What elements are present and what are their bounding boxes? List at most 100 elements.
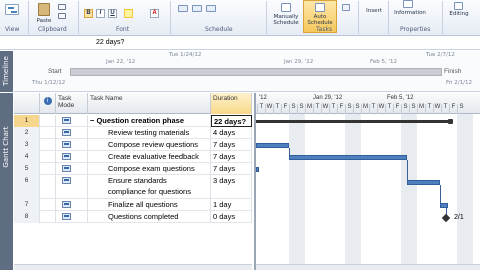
row-number-cell[interactable]: 4 [14,151,40,163]
indicator-cell[interactable] [40,139,56,151]
find-icon[interactable] [454,2,463,10]
insert-button[interactable]: Insert [362,8,386,14]
weekend-shading [401,114,417,270]
information-icon[interactable] [403,0,413,8]
task-bar-3[interactable] [256,143,289,148]
duration-cell[interactable]: 0 days [211,211,252,223]
paste-button[interactable]: Paste [33,18,55,24]
inspect-icon[interactable] [342,4,350,11]
italic-icon[interactable]: I [96,9,105,18]
entry-bar-value[interactable]: 22 days? [96,39,124,46]
duration-column-header[interactable]: Duration [211,93,252,114]
timescale-day: S [353,104,361,114]
editing-button[interactable]: Editing [444,11,474,17]
indicator-cell[interactable] [40,127,56,139]
duration-cell[interactable]: 1 day [211,199,252,211]
highlight-color-icon[interactable] [124,9,133,18]
task-name-cell[interactable]: Review testing materials [88,127,211,139]
task-name-cell[interactable]: Finalize all questions [88,199,211,211]
indicator-cell[interactable] [40,115,56,127]
link-tasks-icon[interactable] [206,5,216,12]
row-number-cell[interactable]: 7 [14,199,40,211]
table-row[interactable]: 2 Review testing materials 4 days [14,127,252,139]
task-bar-6[interactable] [407,180,440,185]
timeline-pane[interactable]: Tue 1/24/12 Jan 22, '12 Jan 29, '12 Feb … [14,51,480,92]
chart-horizontal-scrollbar[interactable] [256,264,480,270]
row-number-cell[interactable]: 1 [14,115,40,127]
indent-task-icon[interactable] [192,5,202,12]
indicator-cell[interactable] [40,175,56,199]
task-name-cell[interactable]: − Question creation phase [88,115,211,127]
table-row[interactable]: 3 Compose review questions 7 days [14,139,252,151]
indicators-column-header[interactable]: i [40,93,56,114]
row-number-cell[interactable]: 3 [14,139,40,151]
table-row[interactable]: 4 Create evaluative feedback 7 days [14,151,252,163]
task-name-column-header[interactable]: Task Name [88,93,211,114]
outdent-task-icon[interactable] [178,5,188,12]
summary-bar[interactable] [256,120,452,123]
task-name-cell[interactable]: Compose review questions [88,139,211,151]
task-mode-cell[interactable] [56,199,88,211]
table-row[interactable]: 8 Questions completed 0 days [14,211,252,223]
task-mode-cell[interactable] [56,139,88,151]
manually-schedule-button[interactable]: Manually Schedule [270,14,302,26]
duration-cell[interactable]: 3 days [211,175,252,199]
row-number-cell[interactable]: 5 [14,163,40,175]
information-button[interactable]: Information [390,10,430,16]
select-all-corner[interactable] [14,93,40,114]
row-number-cell[interactable]: 2 [14,127,40,139]
task-mode-column-header[interactable]: Task Mode [56,93,88,114]
timescale-day: M [305,104,313,114]
duration-cell[interactable]: 7 days [211,163,252,175]
task-mode-cell[interactable] [56,211,88,223]
table-row[interactable]: 5 Compose exam questions 7 days [14,163,252,175]
task-mode-cell[interactable] [56,151,88,163]
table-row[interactable]: 7 Finalize all questions 1 day [14,199,252,211]
auto-scheduled-icon [62,201,71,208]
ribbon: View Paste Clipboard B I U A Font Schedu… [0,0,480,36]
table-row[interactable]: 1 − Question creation phase 22 days? [14,115,252,127]
task-bar-4[interactable] [289,155,407,160]
task-name-cell[interactable]: Compose exam questions [88,163,211,175]
indicator-cell[interactable] [40,163,56,175]
row-number-cell[interactable]: 6 [14,175,40,199]
duration-cell[interactable]: 7 days [211,139,252,151]
task-name-cell[interactable]: Questions completed [88,211,211,223]
timescale-day: S [409,104,417,114]
paste-icon[interactable] [38,3,50,16]
cut-icon[interactable] [58,4,66,10]
task-table[interactable]: i Task Mode Task Name Duration 1 − Questi… [14,93,252,270]
bold-icon[interactable]: B [84,9,93,18]
duration-cell[interactable]: 7 days [211,151,252,163]
manually-schedule-icon[interactable] [281,3,291,12]
auto-schedule-icon [315,3,325,12]
milestone-diamond[interactable] [441,213,451,223]
task-mode-cell[interactable] [56,163,88,175]
task-name-cell[interactable]: Create evaluative feedback [88,151,211,163]
timescale-day: T [273,104,281,114]
timescale-day: T [425,104,433,114]
font-color-icon[interactable]: A [150,9,159,18]
table-header: i Task Mode Task Name Duration [14,93,252,114]
duration-cell[interactable]: 4 days [211,127,252,139]
task-mode-cell[interactable] [56,115,88,127]
underline-icon[interactable]: U [108,9,117,18]
duration-cell[interactable]: 22 days? [211,115,252,127]
task-mode-cell[interactable] [56,175,88,199]
indicator-cell[interactable] [40,199,56,211]
table-horizontal-scrollbar[interactable] [14,264,252,270]
indicator-cell[interactable] [40,151,56,163]
timeline-date-tue-2-7: Tue 2/7/12 [426,52,455,58]
task-bar-5[interactable] [256,167,259,172]
table-row[interactable]: 6 Ensure standards compliance for question… [14,175,252,199]
timeline-bar[interactable] [70,68,442,76]
row-number-cell[interactable]: 8 [14,211,40,223]
copy-icon[interactable] [58,13,66,19]
task-name-text: Ensure standards [108,176,167,185]
indicator-cell[interactable] [40,211,56,223]
entry-bar[interactable]: 22 days? [0,37,480,50]
gantt-chart-view-icon[interactable] [5,4,19,15]
task-name-cell[interactable]: Ensure standards compliance for questions [88,175,211,199]
task-mode-cell[interactable] [56,127,88,139]
gantt-chart[interactable]: '12 Jan 29, '12 Feb 5, '12 TWTFSSMTWTFSS… [254,93,480,270]
